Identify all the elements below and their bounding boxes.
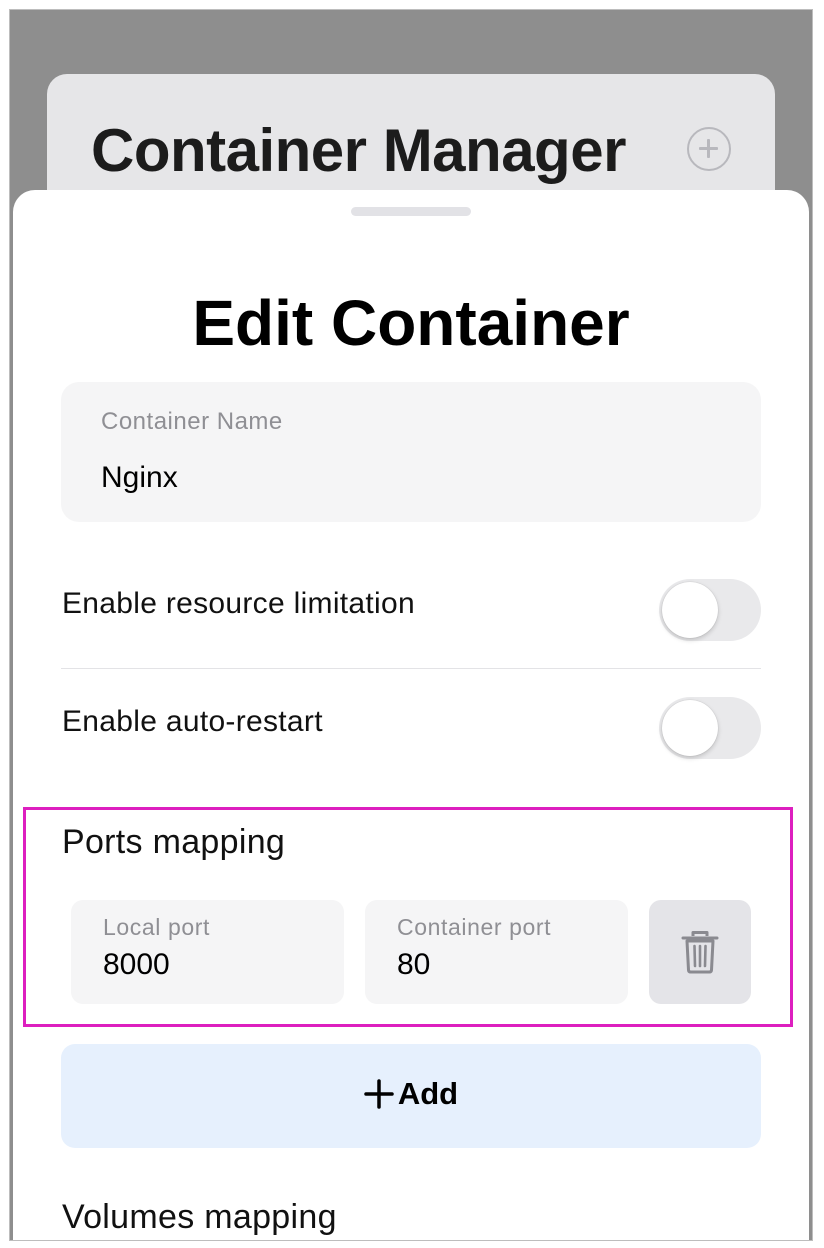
plus-icon [364, 1079, 394, 1109]
sheet-grabber[interactable] [351, 207, 471, 216]
resource-limitation-row: Enable resource limitation [61, 550, 761, 660]
trash-icon [681, 931, 719, 974]
plus-circle-icon[interactable] [687, 127, 731, 171]
add-port-button[interactable]: Add [61, 1044, 761, 1148]
container-name-label: Container Name [101, 408, 283, 435]
add-button-label: Add [397, 1076, 459, 1111]
app-frame: Container Manager Edit Container Contain… [10, 10, 812, 1240]
toggle-knob [662, 700, 718, 756]
toggle-knob [662, 582, 718, 638]
local-port-field[interactable]: Local port 8000 [71, 900, 344, 1004]
app-title: Container Manager [91, 117, 626, 184]
delete-port-button[interactable] [649, 900, 751, 1004]
resource-limitation-toggle[interactable] [659, 579, 761, 641]
container-name-field[interactable]: Container Name Nginx [61, 382, 761, 522]
resource-limitation-label: Enable resource limitation [62, 587, 415, 620]
ports-mapping-title: Ports mapping [62, 823, 286, 861]
container-port-label: Container port [397, 914, 552, 940]
auto-restart-label: Enable auto-restart [62, 705, 323, 738]
container-name-input[interactable]: Nginx [101, 461, 178, 495]
local-port-input[interactable]: 8000 [103, 948, 170, 982]
ports-mapping-section: Ports mapping Local port 8000 Container … [23, 807, 793, 1027]
auto-restart-toggle[interactable] [659, 697, 761, 759]
auto-restart-row: Enable auto-restart [61, 668, 761, 778]
container-port-input[interactable]: 80 [397, 948, 430, 982]
volumes-mapping-title: Volumes mapping [62, 1198, 337, 1236]
add-button-content: Add [61, 1076, 761, 1112]
edit-container-sheet: Edit Container Container Name Nginx Enab… [13, 190, 809, 1240]
container-port-field[interactable]: Container port 80 [365, 900, 628, 1004]
local-port-label: Local port [103, 914, 211, 940]
sheet-title: Edit Container [192, 287, 630, 359]
